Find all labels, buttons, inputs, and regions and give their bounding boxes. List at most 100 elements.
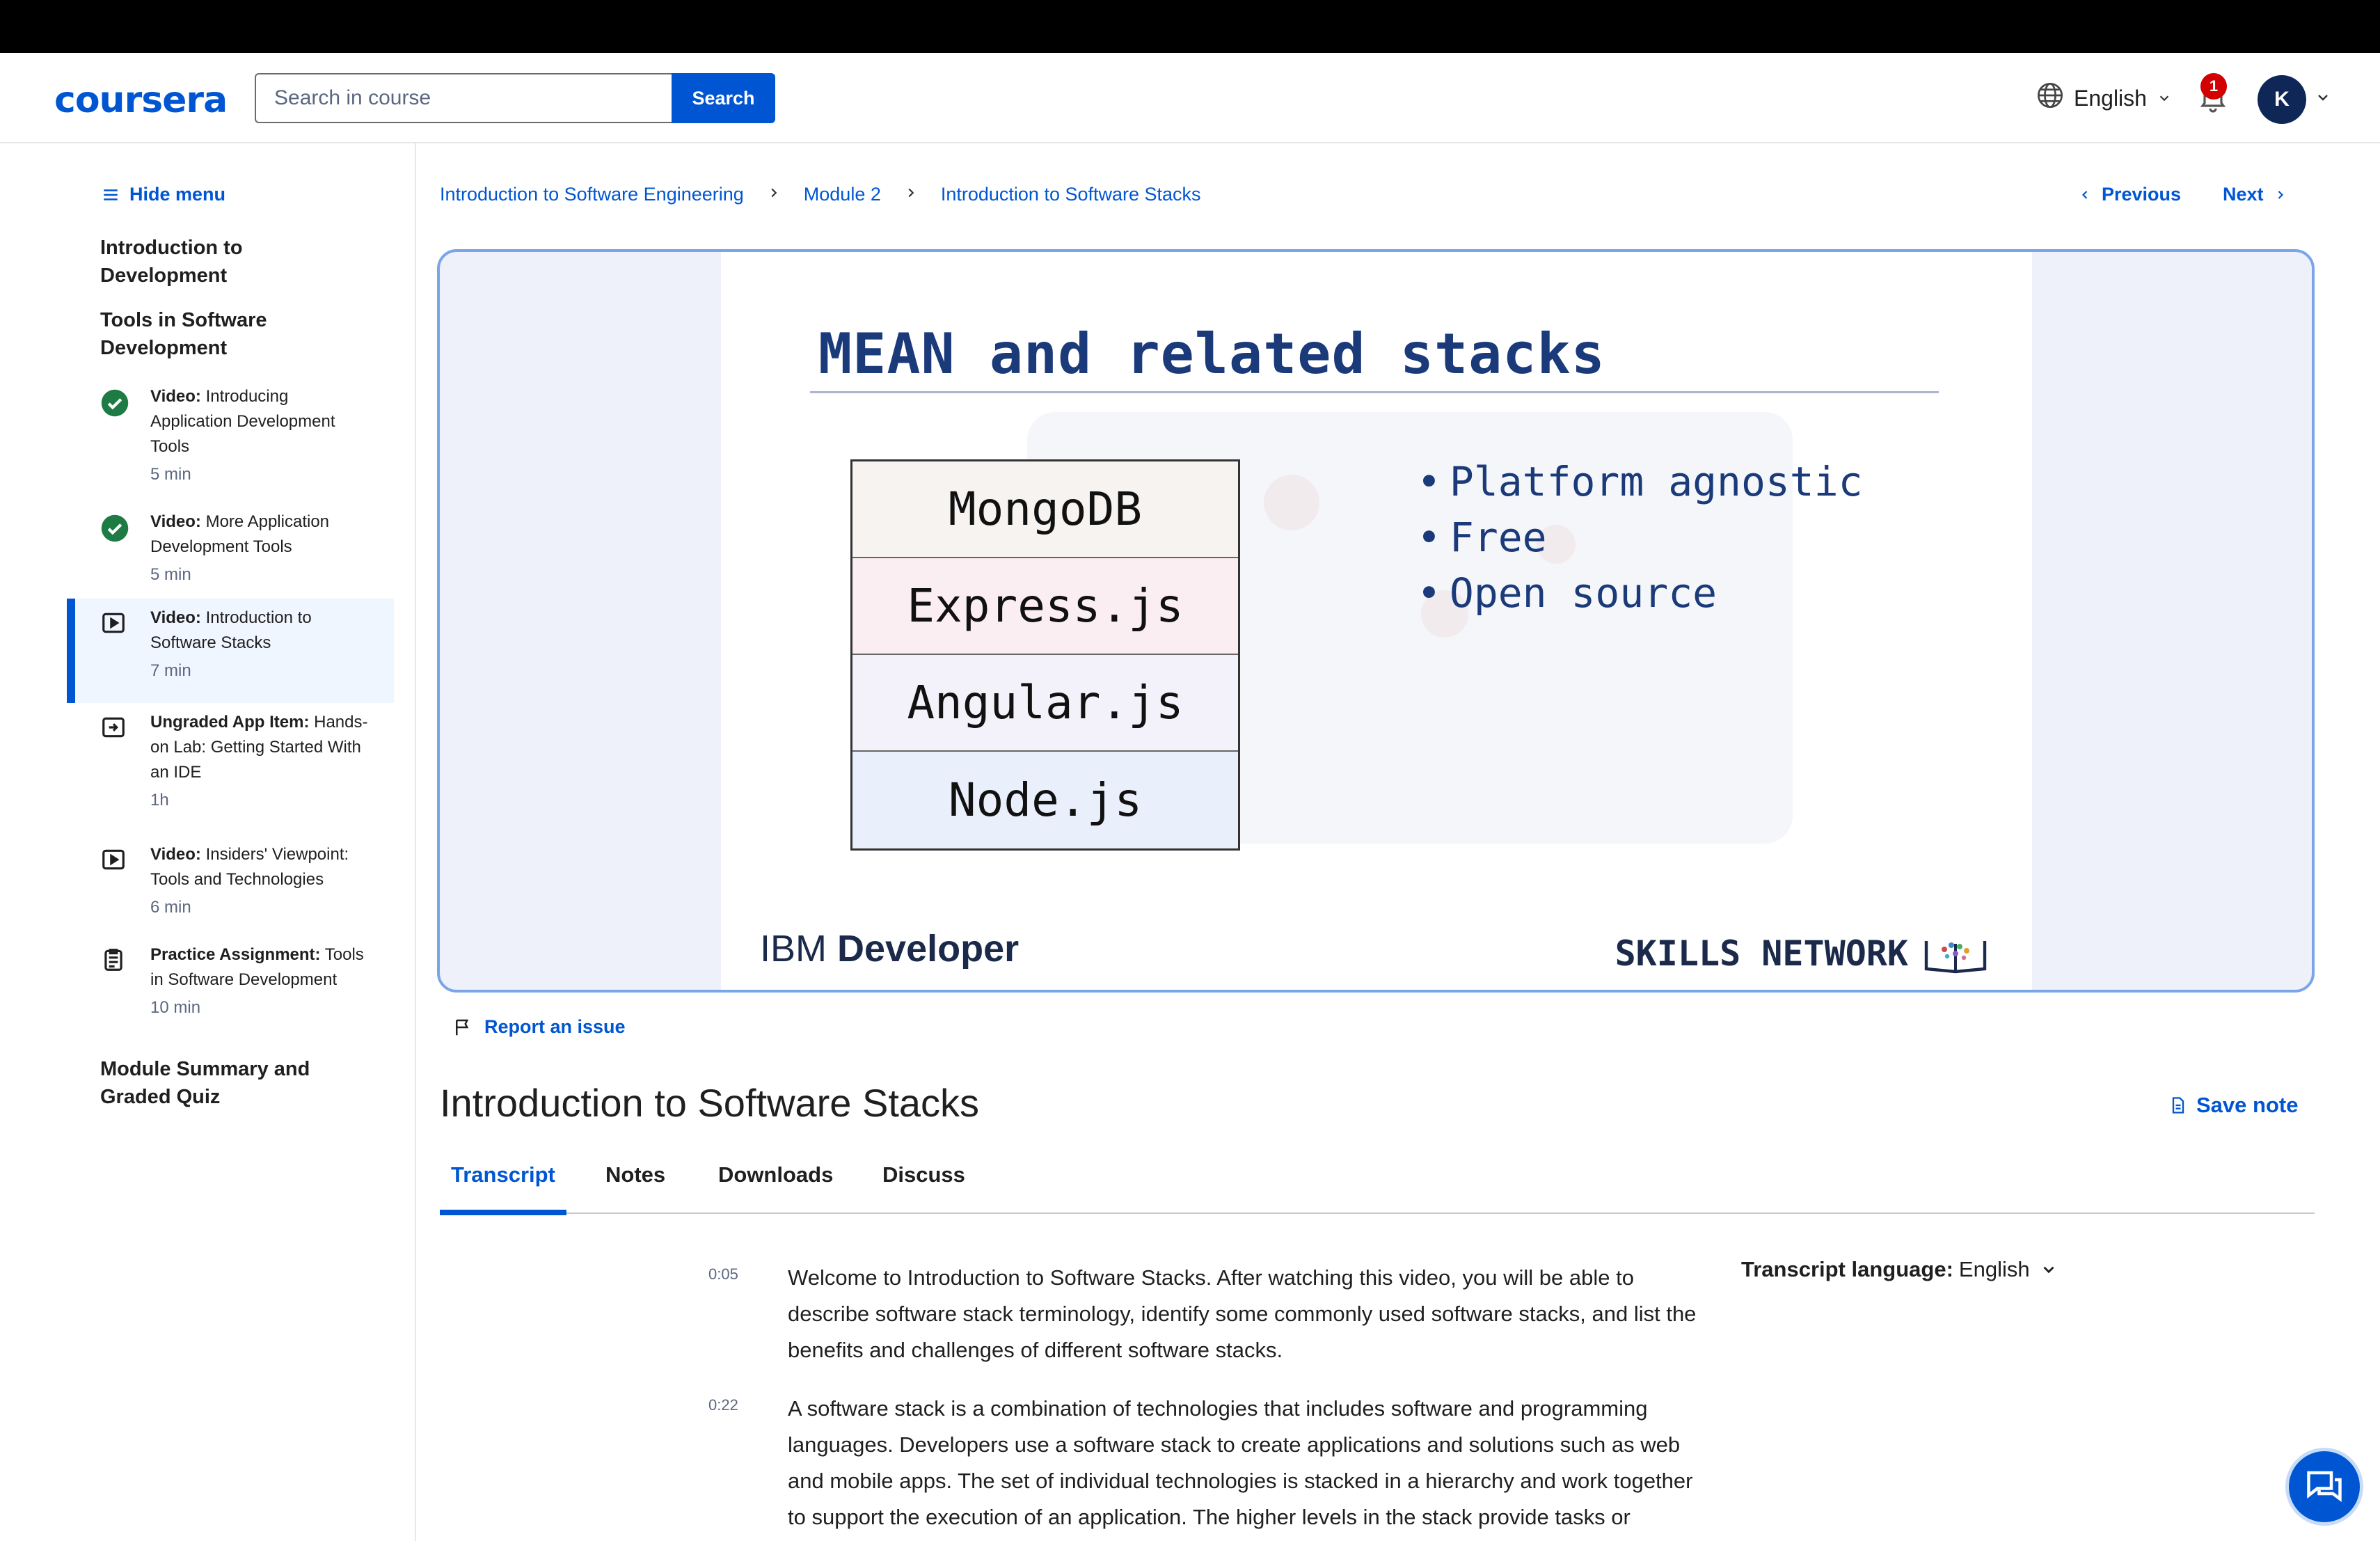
chat-assistant-button[interactable]	[2285, 1448, 2363, 1526]
sidebar-section-module-summary[interactable]: Module Summary and Graded Quiz	[100, 1055, 365, 1111]
hide-menu-label: Hide menu	[129, 184, 226, 205]
item-duration: 5 min	[150, 465, 191, 484]
flag-icon	[456, 1019, 469, 1035]
skills-network-text: SKILLS NETWORK	[1615, 933, 1908, 974]
tab-downloads[interactable]: Downloads	[718, 1147, 833, 1214]
globe-icon	[2036, 81, 2064, 115]
transcript-language-value: English	[1958, 1257, 2030, 1281]
transcript-paragraph[interactable]: 0:22 A software stack is a combination o…	[708, 1391, 1697, 1541]
chevron-left-icon	[2081, 190, 2088, 199]
skills-network-logo: SKILLS NETWORK	[1615, 933, 1990, 974]
app-header: coursera Search English 1 K	[0, 53, 2380, 143]
chevron-down-icon	[2157, 86, 2172, 111]
chevron-right-icon	[766, 184, 782, 205]
check-circle-icon	[100, 388, 129, 418]
stack-layer-express: Express.js	[852, 558, 1238, 655]
sidebar-item-insiders-viewpoint[interactable]: Video: Insiders' Viewpoint: Tools and Te…	[67, 835, 394, 933]
item-kind: Ungraded App Item:	[150, 713, 310, 732]
previous-button[interactable]: Previous	[2078, 184, 2181, 205]
transcript-language-label: Transcript language:	[1741, 1257, 1953, 1281]
chevron-down-icon	[2043, 1266, 2054, 1274]
save-note-button[interactable]: Save note	[2168, 1093, 2298, 1118]
tab-notes[interactable]: Notes	[605, 1147, 665, 1214]
sidebar-item-software-stacks[interactable]: Video: Introduction to Software Stacks 7 …	[67, 599, 394, 703]
sidebar-item-introducing-tools[interactable]: Video: Introducing Application Developme…	[67, 377, 394, 489]
stack-diagram: MongoDB Express.js Angular.js Node.js	[850, 459, 1240, 851]
page-title: Introduction to Software Stacks	[440, 1081, 980, 1125]
stack-layer-node: Node.js	[852, 752, 1238, 848]
next-label: Next	[2223, 184, 2264, 205]
chevron-right-icon	[903, 184, 919, 205]
item-kind: Video:	[150, 845, 201, 864]
item-duration: 10 min	[150, 998, 201, 1017]
video-slide: MEAN and related stacks MongoDB Express.…	[721, 252, 2032, 990]
item-duration: 5 min	[150, 565, 191, 584]
transcript-language-selector[interactable]: Transcript language: English	[1741, 1257, 2058, 1282]
item-kind: Video:	[150, 387, 201, 406]
tab-discuss[interactable]: Discuss	[882, 1147, 965, 1214]
search-field[interactable]	[255, 73, 672, 123]
tab-transcript[interactable]: Transcript	[440, 1147, 566, 1215]
breadcrumb-course[interactable]: Introduction to Software Engineering	[440, 184, 744, 205]
breadcrumb: Introduction to Software Engineering Mod…	[440, 184, 1201, 205]
transcript-timestamp[interactable]: 0:22	[708, 1396, 738, 1414]
chevron-down-icon[interactable]	[2315, 89, 2331, 109]
sidebar-item-hands-on-lab[interactable]: Ungraded App Item: Hands-on Lab: Getting…	[67, 703, 394, 821]
search-button[interactable]: Search	[672, 73, 775, 123]
coursera-logo[interactable]: coursera	[54, 79, 228, 121]
note-icon	[2172, 1097, 2184, 1114]
bullet-text: Free	[1449, 514, 1547, 561]
slide-title-underline	[810, 391, 1939, 393]
sidebar-section-tools[interactable]: Tools in Software Development	[100, 306, 365, 362]
ibm-developer-logo: IBM Developer	[760, 927, 1019, 970]
report-issue-button[interactable]: Report an issue	[452, 1016, 626, 1038]
play-icon	[100, 610, 129, 639]
developer-logo-text: Developer	[837, 928, 1020, 970]
bullet-item: • Open source	[1417, 565, 1863, 621]
course-sidebar: Hide menu Introduction to Development To…	[0, 143, 416, 1541]
language-label: English	[2074, 85, 2147, 111]
app-item-icon	[100, 714, 129, 743]
ibm-logo-text: IBM	[760, 928, 827, 970]
stack-layer-mongodb: MongoDB	[852, 461, 1238, 558]
transcript-text: Welcome to Introduction to Software Stac…	[788, 1265, 1697, 1362]
video-player[interactable]: MEAN and related stacks MongoDB Express.…	[437, 249, 2315, 993]
avatar[interactable]: K	[2258, 75, 2306, 124]
item-duration: 1h	[150, 791, 169, 809]
chevron-right-icon	[2278, 190, 2283, 199]
item-kind: Video:	[150, 512, 201, 531]
bullet-item: • Platform agnostic	[1417, 454, 1863, 509]
save-note-label: Save note	[2196, 1093, 2299, 1117]
bullet-item: • Free	[1417, 509, 1863, 565]
item-kind: Video:	[150, 608, 201, 627]
breadcrumb-module[interactable]: Module 2	[804, 184, 881, 205]
transcript-text: A software stack is a combination of tec…	[788, 1396, 1693, 1529]
window-top-bar	[0, 0, 2380, 53]
sidebar-item-practice-assignment[interactable]: Practice Assignment: Tools in Software D…	[67, 935, 394, 1054]
play-icon	[100, 846, 129, 876]
language-selector[interactable]: English	[2036, 81, 2172, 116]
stack-layer-angular: Angular.js	[852, 655, 1238, 752]
transcript-timestamp[interactable]: 0:05	[708, 1265, 738, 1283]
previous-label: Previous	[2102, 184, 2182, 205]
item-duration: 7 min	[150, 661, 191, 680]
chat-icon	[2307, 1471, 2342, 1502]
report-issue-label: Report an issue	[484, 1016, 626, 1037]
check-circle-icon	[100, 514, 129, 543]
assignment-icon	[100, 947, 129, 976]
bullet-text: Open source	[1449, 569, 1717, 617]
search-input[interactable]	[256, 74, 672, 122]
open-book-icon	[1924, 941, 1987, 974]
item-kind: Practice Assignment:	[150, 945, 321, 964]
breadcrumb-lesson[interactable]: Introduction to Software Stacks	[941, 184, 1201, 205]
item-duration: 6 min	[150, 898, 191, 917]
bullet-text: Platform agnostic	[1449, 458, 1863, 505]
lesson-tabs: Transcript Notes Downloads Discuss	[440, 1147, 2315, 1215]
transcript-paragraph[interactable]: 0:05 Welcome to Introduction to Software…	[708, 1260, 1697, 1371]
hamburger-icon	[104, 189, 118, 200]
sidebar-section-introduction[interactable]: Introduction to Development	[100, 234, 365, 290]
sidebar-item-more-tools[interactable]: Video: More Application Development Tool…	[67, 503, 394, 589]
next-button[interactable]: Next	[2223, 184, 2287, 205]
hide-menu-button[interactable]: Hide menu	[102, 184, 225, 205]
notification-badge: 1	[2200, 73, 2227, 100]
